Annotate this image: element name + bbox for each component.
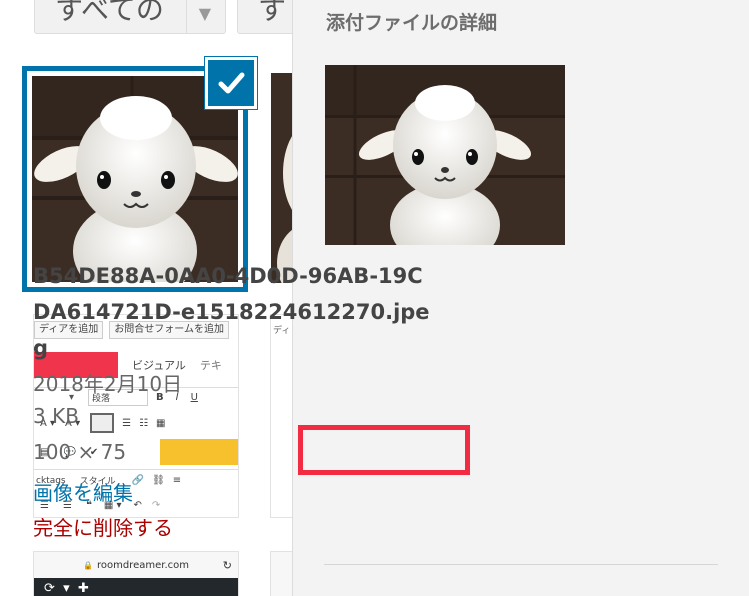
browser-screenshot-thumbnail-2[interactable] — [270, 551, 292, 596]
divider — [324, 564, 718, 565]
date-filter[interactable]: す — [237, 0, 292, 34]
selected-check-icon[interactable] — [205, 57, 257, 109]
attachment-filename: B54DE88A-0AA0-4D0D-96AB-19CDA614721D-e15… — [33, 264, 430, 360]
alpaca-preview-image — [325, 65, 565, 245]
reload-icon: ↻ — [222, 558, 232, 572]
dimensions-highlight-box — [298, 425, 470, 475]
attachment-thumbnail[interactable] — [271, 73, 292, 283]
delete-permanently-link[interactable]: 完全に削除する — [33, 512, 173, 541]
browser-url: roomdreamer.com — [96, 559, 189, 571]
attachment-preview — [325, 65, 565, 245]
chevron-down-icon: ▼ — [198, 4, 211, 23]
attachment-upload-date: 2018年2月10日 — [33, 372, 183, 396]
browser-screenshot-thumbnail[interactable]: 🔒 roomdreamer.com ↻ ⟳ ▾ ✚ — [33, 551, 239, 596]
media-type-filter-label: すべての — [55, 0, 164, 26]
panel-title: 添付ファイルの詳細 — [326, 12, 498, 34]
edit-image-link[interactable]: 画像を編集 — [33, 477, 133, 506]
lock-icon: 🔒 — [83, 560, 93, 570]
attachment-file-size: 3 KB — [33, 404, 79, 428]
attachment-dimensions: 100 × 75 — [33, 440, 127, 464]
date-filter-label: す — [258, 0, 287, 26]
media-type-filter[interactable]: すべての ▼ — [34, 0, 226, 34]
